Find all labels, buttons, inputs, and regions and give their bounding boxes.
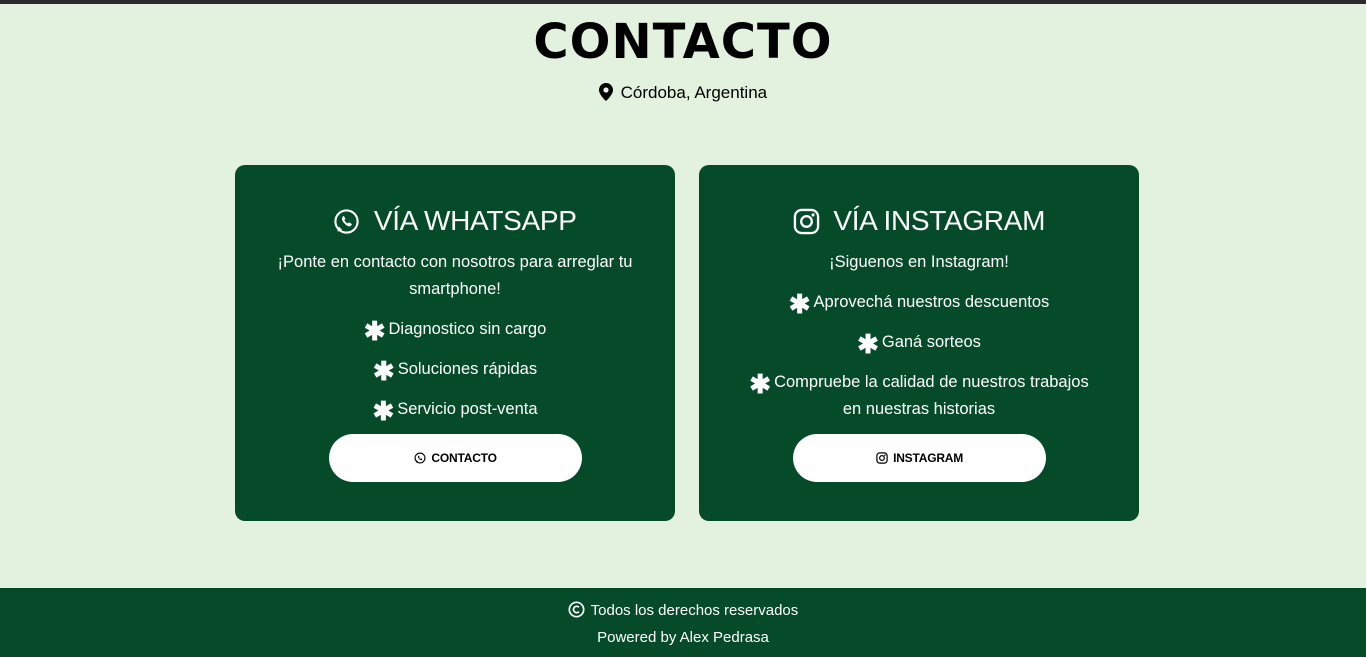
instagram-title-text: VÍA INSTAGRAM [833,205,1046,236]
contacto-button-label: CONTACTO [431,451,497,465]
contacto-button[interactable]: CONTACTO [329,434,582,482]
instagram-button[interactable]: INSTAGRAM [793,434,1046,482]
instagram-intro: ¡Siguenos en Instagram! [829,253,1009,271]
whatsapp-card: VÍA WHATSAPP ¡Ponte en contacto con noso… [235,165,675,521]
list-item: ✱ Soluciones rápidas [275,356,635,386]
map-marker-icon [598,83,621,102]
list-item-text: Soluciones rápidas [397,360,538,378]
list-item: ✱ Ganá sorteos [739,329,1099,359]
list-item: ✱ Compruebe la calidad de nuestros trabaj… [739,369,1099,423]
asterisk-icon: ✱ [372,396,395,426]
instagram-card-title: VÍA INSTAGRAM [699,203,1139,239]
instagram-icon [876,451,893,465]
footer: Todos los derechos reservados Powered by… [0,588,1366,657]
instagram-card: VÍA INSTAGRAM ¡Siguenos en Instagram! ✱ A… [699,165,1139,521]
whatsapp-icon [333,205,373,236]
asterisk-icon: ✱ [749,369,772,399]
list-item-text: Diagnostico sin cargo [388,320,547,338]
whatsapp-icon [414,451,431,465]
whatsapp-title-text: VÍA WHATSAPP [373,205,577,236]
list-item-text: Compruebe la calidad de nuestros trabajo… [774,373,1089,418]
whatsapp-intro: ¡Ponte en contacto con nosotros para arr… [277,253,633,298]
list-item-text: Servicio post-venta [397,400,538,418]
instagram-button-label: INSTAGRAM [893,451,964,465]
list-item: ✱ Servicio post-venta [275,396,635,426]
asterisk-icon: ✱ [363,316,386,346]
location: Córdoba, Argentina [0,82,1366,104]
copyright-icon [568,601,591,619]
top-border [0,0,1366,4]
powered-by: Powered by Alex Pedrasa [597,629,769,646]
page-title: CONTACTO [533,14,833,70]
list-item: ✱ Aprovechá nuestros descuentos [739,289,1099,319]
location-text: Córdoba, Argentina [620,83,768,102]
copyright-line: Todos los derechos reservados [0,600,1366,622]
asterisk-icon: ✱ [857,329,879,359]
instagram-icon [793,205,833,236]
whatsapp-card-title: VÍA WHATSAPP [235,203,675,239]
copyright-text: Todos los derechos reservados [590,602,799,619]
instagram-card-body: ¡Siguenos en Instagram! ✱ Aprovechá nuest… [739,249,1099,436]
whatsapp-card-body: ¡Ponte en contacto con nosotros para arr… [275,249,635,436]
asterisk-icon: ✱ [788,289,811,319]
list-item-text: Ganá sorteos [881,333,981,351]
list-item-text: Aprovechá nuestros descuentos [813,293,1050,311]
list-item: ✱ Diagnostico sin cargo [275,316,635,346]
asterisk-icon: ✱ [372,356,395,386]
